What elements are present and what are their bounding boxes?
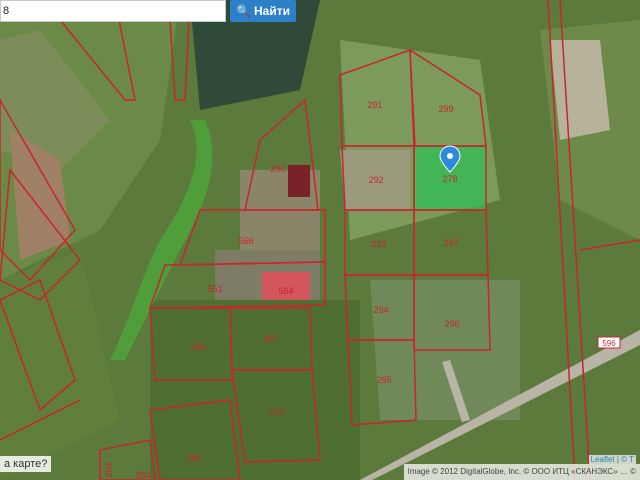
plot-label: 284 xyxy=(135,470,150,480)
plot-label: 278 xyxy=(442,174,457,184)
plot-label: 293 xyxy=(371,239,386,249)
plot-label: 285 xyxy=(186,453,201,463)
plot-label: 564 xyxy=(278,286,293,296)
plot-label: 284 xyxy=(104,462,114,477)
plot-label: 295 xyxy=(376,375,391,385)
plot-label: 287 xyxy=(263,334,278,344)
plot-label: 313 xyxy=(268,407,283,417)
road-label: 596 xyxy=(602,339,616,348)
plot-label: 292 xyxy=(368,175,383,185)
plot-label: 290 xyxy=(270,164,285,174)
leaflet-attribution-link[interactable]: Leaflet | © T xyxy=(588,455,636,464)
imagery-attribution: Image © 2012 DigitalGlobe, Inc. © ООО ИТ… xyxy=(403,464,640,480)
map-canvas[interactable]: 596 291 299 290 292 278 293 297 566 551 … xyxy=(0,0,640,480)
plot-label: 291 xyxy=(367,100,382,110)
search-button[interactable]: 🔍 Найти xyxy=(230,0,296,22)
plot-label: 551 xyxy=(207,284,222,294)
plot-label: 566 xyxy=(238,236,253,246)
plot-label: 286 xyxy=(190,342,205,352)
search-button-label: Найти xyxy=(253,4,290,18)
plot-label: 297 xyxy=(443,238,458,248)
plot-label: 296 xyxy=(444,319,459,329)
map-question-link[interactable]: а карте? xyxy=(0,456,52,472)
building-290 xyxy=(288,165,310,197)
plot-label: 299 xyxy=(438,104,453,114)
search-input[interactable]: 8 xyxy=(0,0,226,22)
plot-label: 294 xyxy=(373,305,388,315)
search-icon: 🔍 xyxy=(236,4,251,18)
